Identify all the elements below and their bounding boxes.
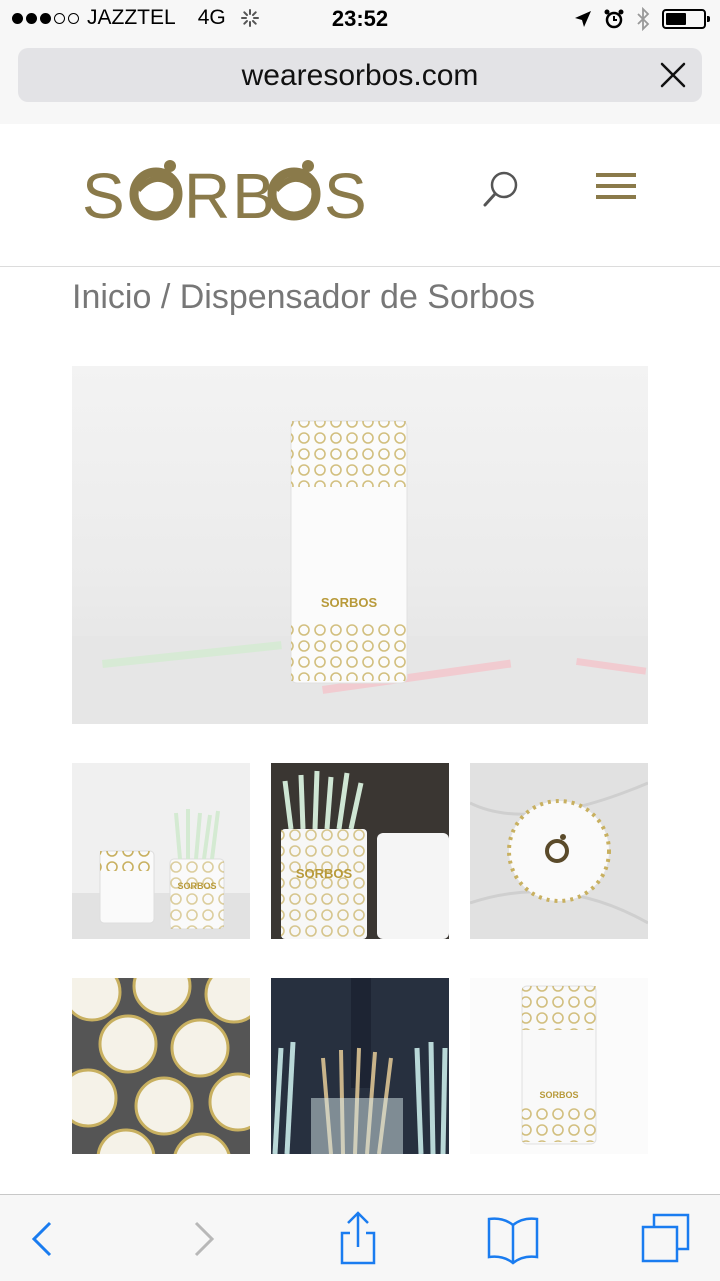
breadcrumb[interactable]: Inicio / Dispensador de Sorbos <box>72 278 535 317</box>
svg-text:S: S <box>82 160 127 232</box>
browser-address-area: wearesorbos.com <box>0 40 720 125</box>
product-thumbnail-2[interactable]: SORBOS <box>271 763 449 939</box>
close-icon[interactable] <box>658 60 688 90</box>
product-main-image[interactable]: SORBOS <box>72 366 648 724</box>
product-thumbnail-1[interactable]: SORBOS <box>72 763 250 939</box>
battery-icon <box>662 9 710 29</box>
bookmarks-icon[interactable] <box>485 1211 541 1267</box>
site-header: S RB S <box>0 124 720 267</box>
alarm-icon <box>604 9 624 29</box>
product-thumbnail-3[interactable] <box>470 763 648 939</box>
hero-box-label: SORBOS <box>321 595 378 610</box>
share-icon[interactable] <box>330 1211 386 1267</box>
sorbos-logo[interactable]: S RB S <box>82 152 372 232</box>
browser-toolbar <box>0 1194 720 1281</box>
forward-icon[interactable] <box>176 1211 232 1267</box>
svg-text:S: S <box>324 160 367 232</box>
product-thumbnail-5[interactable] <box>271 978 449 1154</box>
svg-text:RB: RB <box>184 160 277 232</box>
address-bar[interactable]: wearesorbos.com <box>18 48 702 102</box>
svg-text:SORBOS: SORBOS <box>177 881 216 891</box>
search-icon[interactable] <box>480 168 522 210</box>
location-arrow-icon <box>575 11 591 27</box>
status-bar: JAZZTEL 4G 23:52 <box>0 0 720 40</box>
hamburger-menu-icon[interactable] <box>596 172 636 200</box>
svg-text:SORBOS: SORBOS <box>296 866 353 881</box>
svg-text:SORBOS: SORBOS <box>539 1090 578 1100</box>
back-icon[interactable] <box>14 1211 70 1267</box>
tabs-icon[interactable] <box>638 1211 694 1267</box>
product-thumbnail-6[interactable]: SORBOS <box>470 978 648 1154</box>
product-thumbnail-4[interactable] <box>72 978 250 1154</box>
url-text[interactable]: wearesorbos.com <box>18 59 702 93</box>
bluetooth-icon <box>637 7 650 31</box>
